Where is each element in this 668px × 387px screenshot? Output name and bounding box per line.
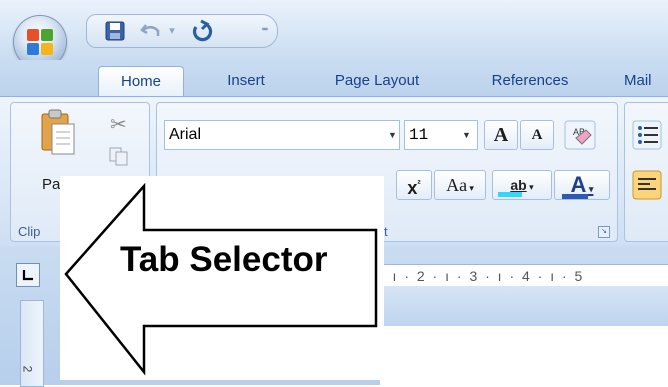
tab-selector-button[interactable] (16, 263, 40, 287)
clear-formatting-icon[interactable]: A B (564, 120, 596, 150)
font-size-value: 11 (409, 126, 429, 144)
save-icon[interactable] (104, 20, 126, 42)
paste-label[interactable]: Pa (42, 176, 60, 193)
left-tab-icon (22, 270, 33, 281)
tab-home[interactable]: Home (98, 66, 184, 97)
ruler-ticks: · ı · 2 · ı · 3 · ı · 4 · ı · 5 (380, 268, 585, 284)
highlight-button[interactable]: ab ▾ (492, 170, 552, 200)
font-name-dropdown-icon[interactable]: ▼ (388, 130, 397, 140)
align-left-icon[interactable] (632, 170, 662, 200)
change-case-button[interactable]: Aa ▾ (434, 170, 486, 200)
office-logo-icon (27, 29, 53, 55)
bullets-icon[interactable] (632, 120, 662, 150)
font-name-value: Arial (169, 126, 202, 143)
shrink-font-button[interactable]: A (520, 120, 554, 150)
font-color-swatch (562, 194, 588, 199)
tab-mailings[interactable]: Mail (624, 66, 668, 96)
callout-label: Tab Selector (120, 240, 328, 279)
highlight-color-swatch (498, 192, 522, 197)
font-group-label: t (384, 224, 388, 239)
ruler-shadow (380, 286, 668, 326)
tab-insert[interactable]: Insert (206, 66, 286, 96)
undo-icon[interactable] (140, 21, 162, 41)
copy-icon[interactable] (108, 146, 130, 166)
customize-qat-icon[interactable]: ⁼ (258, 22, 272, 40)
font-name-combo[interactable]: Arial (164, 120, 400, 150)
grow-font-button[interactable]: A (484, 120, 518, 150)
vertical-ruler-number: 2 (20, 365, 35, 373)
font-dialog-launcher-icon[interactable]: ↘ (598, 226, 610, 238)
vertical-ruler[interactable] (20, 300, 44, 387)
superscript-button[interactable]: x² (396, 170, 432, 200)
clipboard-group-label: Clip (18, 224, 41, 239)
cut-icon[interactable]: ✂ (110, 112, 127, 137)
font-size-dropdown-icon[interactable]: ▼ (462, 130, 471, 140)
paste-icon[interactable] (40, 108, 76, 156)
tab-references[interactable]: References (472, 66, 588, 96)
tab-page-layout[interactable]: Page Layout (316, 66, 438, 96)
redo-icon[interactable] (190, 19, 214, 43)
undo-dropdown-icon[interactable]: ▾ (166, 22, 178, 40)
document-area[interactable] (380, 326, 668, 385)
horizontal-ruler[interactable]: · ı · 2 · ı · 3 · ı · 4 · ı · 5 (380, 264, 668, 288)
